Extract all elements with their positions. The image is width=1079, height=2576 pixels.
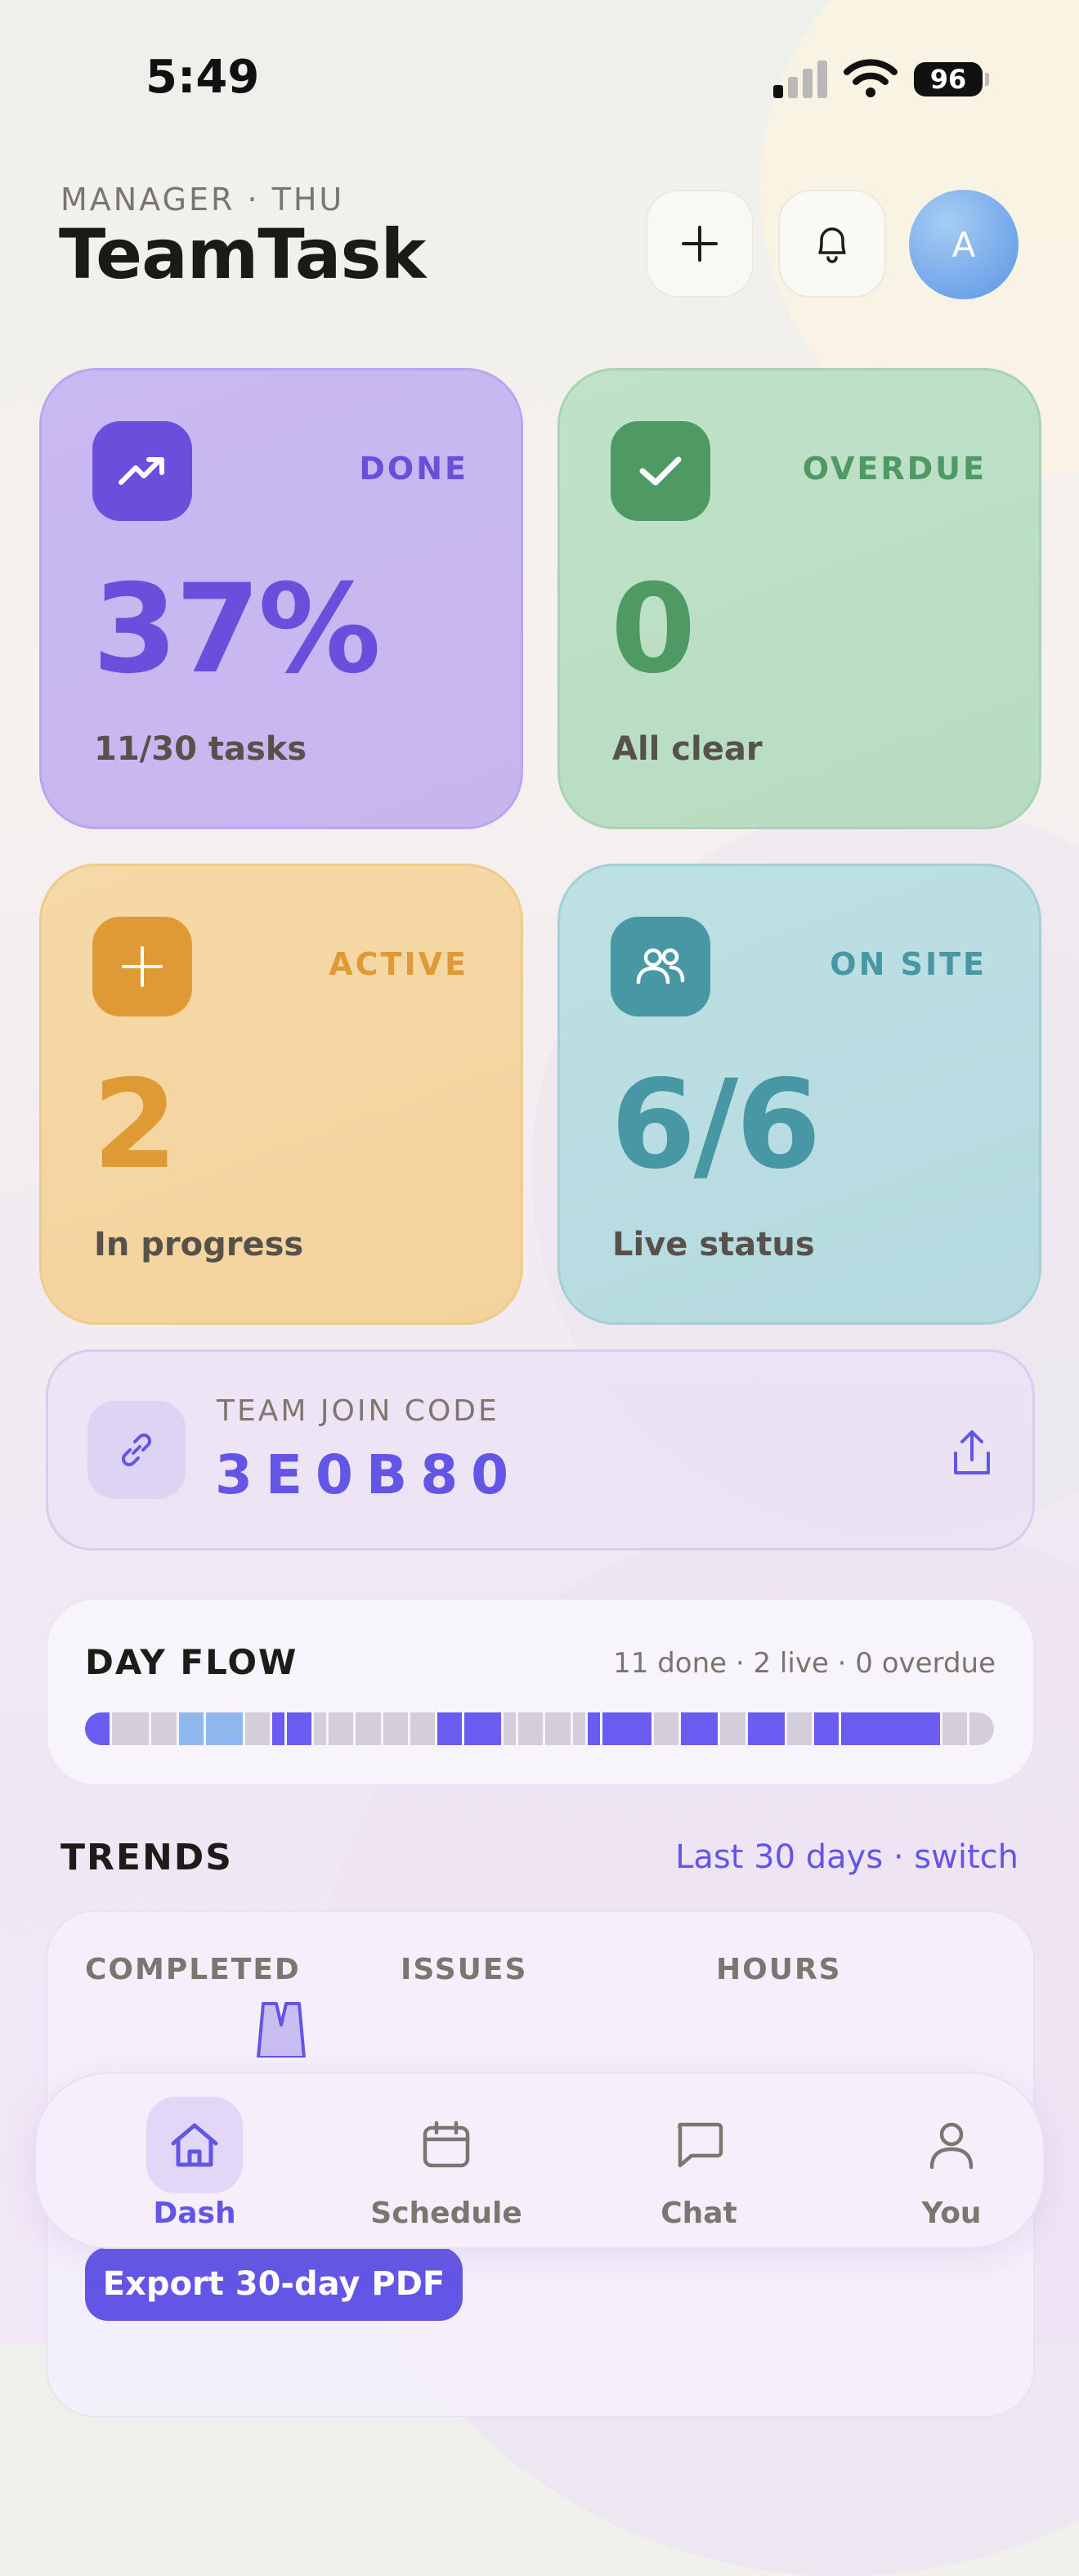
trend-col-completed[interactable]: COMPLETED <box>85 1953 301 1986</box>
day-flow-segment <box>85 1712 110 1745</box>
stat-label: ON SITE <box>830 946 987 982</box>
stat-value: 2 <box>92 1054 177 1196</box>
join-code-value: 3E0B80 <box>215 1443 522 1506</box>
day-flow-segment <box>464 1712 502 1745</box>
cell-signal-icon <box>773 61 827 98</box>
day-flow-segment <box>151 1712 177 1745</box>
day-flow-segment <box>205 1712 243 1745</box>
share-icon[interactable] <box>947 1427 996 1479</box>
status-time: 5:49 <box>146 51 260 104</box>
day-flow-segment <box>437 1712 462 1745</box>
stat-sub: In progress <box>94 1226 304 1263</box>
avatar[interactable]: A <box>909 190 1019 299</box>
stat-sub: All clear <box>612 730 763 768</box>
join-code-label: TEAM JOIN CODE <box>217 1394 499 1428</box>
tab-label: You <box>921 2197 982 2230</box>
team-join-code-card[interactable]: TEAM JOIN CODE 3E0B80 <box>46 1349 1035 1551</box>
day-flow-segment <box>504 1712 517 1745</box>
stat-card-active[interactable]: ACTIVE 2 In progress <box>39 864 523 1325</box>
chat-icon <box>651 2097 747 2193</box>
app-title: TeamTask <box>59 214 426 294</box>
users-icon <box>611 917 710 1016</box>
home-icon <box>146 2097 243 2193</box>
day-flow-segment <box>545 1712 571 1745</box>
stat-value: 37% <box>92 559 381 701</box>
export-pdf-button[interactable]: Export 30-day PDF <box>85 2247 463 2321</box>
stat-card-overdue[interactable]: OVERDUE 0 All clear <box>557 368 1041 829</box>
role-day-subtitle: MANAGER · THU <box>60 182 345 218</box>
stat-label: DONE <box>359 451 468 487</box>
day-flow-segment <box>602 1712 652 1745</box>
day-flow-segment <box>244 1712 270 1745</box>
calendar-icon <box>398 2097 495 2193</box>
tab-chat[interactable]: Chat <box>617 2097 781 2236</box>
bottom-tab-bar: Dash Schedule Chat You <box>34 2072 1045 2249</box>
notifications-button[interactable] <box>778 190 886 298</box>
tab-label: Schedule <box>370 2197 522 2230</box>
day-flow-bar <box>85 1712 994 1745</box>
battery-indicator: 96 <box>914 62 989 96</box>
check-icon <box>611 421 710 521</box>
day-flow-segment <box>747 1712 785 1745</box>
stat-sub: Live status <box>612 1226 815 1263</box>
link-icon <box>87 1401 186 1499</box>
day-flow-segment <box>587 1712 600 1745</box>
day-flow-segment <box>410 1712 435 1745</box>
trends-range-switch[interactable]: Last 30 days · switch <box>675 1838 1019 1876</box>
day-flow-segment <box>681 1712 719 1745</box>
wifi-icon <box>844 59 898 97</box>
day-flow-segment <box>786 1712 812 1745</box>
trend-col-issues[interactable]: ISSUES <box>401 1953 527 1986</box>
bell-icon <box>818 227 846 263</box>
stat-value: 6/6 <box>611 1054 822 1196</box>
plus-sparkle-icon <box>92 917 192 1016</box>
day-flow-segment <box>314 1712 327 1745</box>
day-flow-segment <box>518 1712 544 1745</box>
stat-value: 0 <box>611 559 696 701</box>
day-flow-segment <box>942 1712 967 1745</box>
tab-label: Chat <box>660 2197 737 2230</box>
day-flow-segment <box>969 1712 994 1745</box>
plus-icon <box>682 226 718 262</box>
day-flow-segment <box>720 1712 745 1745</box>
stat-sub: 11/30 tasks <box>94 730 307 768</box>
day-flow-segment <box>841 1712 940 1745</box>
trends-title: TRENDS <box>60 1837 233 1878</box>
day-flow-segment <box>287 1712 312 1745</box>
stat-card-done[interactable]: DONE 37% 11/30 tasks <box>39 368 523 829</box>
tab-you[interactable]: You <box>870 2097 1033 2236</box>
stat-label: ACTIVE <box>329 946 468 982</box>
day-flow-segment <box>572 1712 585 1745</box>
day-flow-card: DAY FLOW 11 done · 2 live · 0 overdue <box>46 1598 1035 1786</box>
tab-label: Dash <box>153 2197 236 2230</box>
stat-card-on-site[interactable]: ON SITE 6/6 Live status <box>557 864 1041 1325</box>
stat-label: OVERDUE <box>802 451 987 487</box>
day-flow-segment <box>383 1712 408 1745</box>
day-flow-segment <box>112 1712 150 1745</box>
day-flow-segment <box>178 1712 204 1745</box>
tab-schedule[interactable]: Schedule <box>365 2097 528 2236</box>
completed-sparkline <box>257 2002 306 2058</box>
person-icon <box>903 2097 1000 2193</box>
add-button[interactable] <box>646 190 754 298</box>
day-flow-summary: 11 done · 2 live · 0 overdue <box>613 1647 996 1680</box>
day-flow-title: DAY FLOW <box>85 1642 298 1682</box>
day-flow-segment <box>272 1712 285 1745</box>
day-flow-segment <box>356 1712 381 1745</box>
day-flow-segment <box>813 1712 839 1745</box>
trend-col-hours[interactable]: HOURS <box>716 1953 842 1986</box>
day-flow-segment <box>329 1712 354 1745</box>
day-flow-segment <box>654 1712 679 1745</box>
tab-dash[interactable]: Dash <box>113 2097 276 2236</box>
trending-up-icon <box>92 421 192 521</box>
